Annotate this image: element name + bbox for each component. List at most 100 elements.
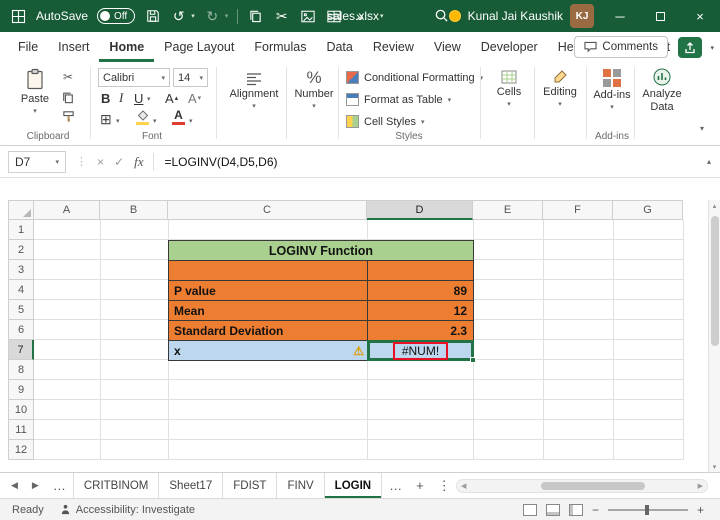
hscroll-right-icon[interactable]: ▶ — [698, 482, 703, 490]
redo-dropdown-icon[interactable]: ▾ — [225, 12, 229, 20]
document-title[interactable]: sales.xlsx ▾ — [327, 0, 384, 32]
page-layout-view-icon[interactable] — [545, 503, 560, 516]
insert-function-icon[interactable]: fx — [134, 154, 143, 170]
tab-developer[interactable]: Developer — [471, 32, 548, 62]
tab-formulas[interactable]: Formulas — [244, 32, 316, 62]
maximize-button[interactable] — [640, 0, 680, 32]
column-header-A[interactable]: A — [34, 200, 100, 220]
bold-button[interactable]: B — [101, 90, 110, 106]
undo-dropdown-icon[interactable]: ▾ — [191, 12, 195, 20]
fill-handle[interactable] — [470, 357, 476, 363]
horizontal-scrollbar[interactable]: ◀ ▶ — [456, 479, 708, 493]
add-ins-button[interactable]: Add-ins ▾ — [592, 69, 632, 111]
cell-title-merged-c2-d2[interactable]: LOGINV Function — [168, 240, 474, 261]
cell-d6-value[interactable]: 2.3 — [367, 320, 474, 341]
cell-c7-x[interactable]: x ⚠ — [168, 340, 368, 361]
scroll-up-icon[interactable]: ▴ — [709, 202, 720, 210]
qat-cut-icon[interactable]: ✂ — [273, 8, 290, 25]
font-size-select[interactable]: 14 ▾ — [173, 68, 208, 87]
spreadsheet-grid[interactable]: LOGINV Function P value 89 Mean 12 Stand… — [0, 200, 720, 472]
vertical-scrollbar[interactable]: ▴ ▾ — [708, 200, 720, 472]
increase-font-size-button[interactable]: A ▴ — [165, 90, 178, 106]
copy-button[interactable] — [60, 89, 76, 105]
row-header-1[interactable]: 1 — [8, 220, 34, 240]
cell-styles-button[interactable]: Cell Styles ▾ — [346, 115, 424, 128]
number-format-button[interactable]: % Number ▾ — [292, 69, 336, 110]
sheet-tab-sheet17[interactable]: Sheet17 — [159, 473, 224, 498]
zoom-knob[interactable] — [644, 504, 649, 515]
qat-copy-icon[interactable] — [247, 8, 264, 25]
underline-dropdown-icon[interactable]: ▾ — [147, 95, 151, 103]
zoom-slider[interactable] — [607, 504, 688, 515]
tab-home[interactable]: Home — [99, 32, 154, 62]
format-painter-button[interactable] — [60, 108, 76, 124]
fill-color-button[interactable] — [134, 110, 151, 128]
row-header-2[interactable]: 2 — [8, 240, 34, 260]
normal-view-icon[interactable] — [522, 503, 537, 516]
column-header-G[interactable]: G — [613, 200, 683, 220]
borders-button[interactable]: ⊞ — [100, 111, 112, 127]
column-header-F[interactable]: F — [543, 200, 613, 220]
hscroll-left-icon[interactable]: ◀ — [461, 482, 466, 490]
sheet-more-ellipsis[interactable]: … — [382, 478, 409, 493]
accessibility-status[interactable]: Accessibility: Investigate — [60, 504, 195, 516]
tab-page-layout[interactable]: Page Layout — [154, 32, 244, 62]
share-button[interactable] — [678, 37, 702, 58]
row-header-4[interactable]: 4 — [8, 280, 34, 300]
add-sheet-button[interactable]: + — [409, 478, 431, 493]
zoom-in-icon[interactable]: + — [697, 503, 704, 517]
sheet-tab-fdist[interactable]: FDIST — [223, 473, 278, 498]
qat-picture-icon[interactable] — [299, 8, 316, 25]
column-header-C[interactable]: C — [168, 200, 367, 220]
cell-c5-mean[interactable]: Mean — [168, 300, 368, 321]
row-header-11[interactable]: 11 — [8, 420, 34, 440]
cell-d7-selected[interactable]: #NUM! — [367, 340, 476, 363]
paste-dropdown-icon[interactable]: ▾ — [33, 107, 37, 115]
scroll-down-icon[interactable]: ▾ — [709, 463, 720, 471]
font-color-button[interactable]: A — [170, 109, 187, 127]
zoom-out-icon[interactable]: − — [592, 503, 599, 517]
sheet-nav-left-icon[interactable]: ◀ — [4, 480, 25, 491]
redo-icon[interactable]: ↻ — [204, 8, 221, 25]
row-header-7[interactable]: 7 — [8, 340, 34, 360]
row-header-5[interactable]: 5 — [8, 300, 34, 320]
horizontal-scroll-thumb[interactable] — [541, 482, 645, 490]
enter-formula-icon[interactable]: ✓ — [114, 155, 124, 169]
cell-c4-p-value[interactable]: P value — [168, 280, 368, 301]
cancel-formula-icon[interactable]: × — [97, 155, 104, 169]
collapse-formula-bar-icon[interactable]: ▴ — [707, 157, 711, 166]
filename-dropdown-icon[interactable]: ▾ — [380, 12, 384, 20]
column-header-E[interactable]: E — [473, 200, 543, 220]
analyze-data-button[interactable]: Analyze Data — [638, 68, 686, 113]
tab-data[interactable]: Data — [316, 32, 362, 62]
row-header-3[interactable]: 3 — [8, 260, 34, 280]
editing-dropdown-icon[interactable]: ▾ — [558, 100, 562, 108]
sheet-list-ellipsis[interactable]: … — [46, 478, 73, 493]
fill-color-dropdown-icon[interactable]: ▾ — [153, 117, 157, 125]
vertical-scroll-thumb[interactable] — [711, 216, 719, 346]
minimize-button[interactable]: ─ — [600, 0, 640, 32]
paste-button[interactable]: Paste ▾ — [16, 68, 54, 115]
page-break-view-icon[interactable] — [568, 503, 583, 516]
column-header-D[interactable]: D — [367, 200, 473, 220]
autosave-toggle[interactable]: Off — [97, 8, 136, 24]
undo-icon[interactable]: ↺ — [170, 8, 187, 25]
account-info[interactable]: Kunal Jai Kaushik KJ — [448, 0, 594, 32]
search-icon[interactable] — [434, 8, 449, 26]
sheet-tab-finv[interactable]: FINV — [277, 473, 325, 498]
share-dropdown-icon[interactable]: ▾ — [710, 44, 714, 52]
cell-d4-value[interactable]: 89 — [367, 280, 474, 301]
tab-review[interactable]: Review — [363, 32, 424, 62]
cell-d5-value[interactable]: 12 — [367, 300, 474, 321]
row-header-8[interactable]: 8 — [8, 360, 34, 380]
collapse-ribbon-icon[interactable]: ▾ — [700, 124, 704, 133]
column-header-B[interactable]: B — [100, 200, 168, 220]
comments-button[interactable]: Comments — [574, 36, 668, 58]
conditional-formatting-button[interactable]: Conditional Formatting ▾ — [346, 71, 483, 84]
formula-input[interactable]: =LOGINV(D4,D5,D6) — [164, 155, 277, 169]
decrease-font-size-button[interactable]: A ▾ — [188, 90, 201, 106]
sheet-nav-right-icon[interactable]: ▶ — [25, 480, 46, 491]
borders-dropdown-icon[interactable]: ▾ — [116, 117, 120, 125]
underline-button[interactable]: U — [134, 90, 143, 106]
name-box-dropdown-icon[interactable]: ▾ — [55, 158, 59, 166]
